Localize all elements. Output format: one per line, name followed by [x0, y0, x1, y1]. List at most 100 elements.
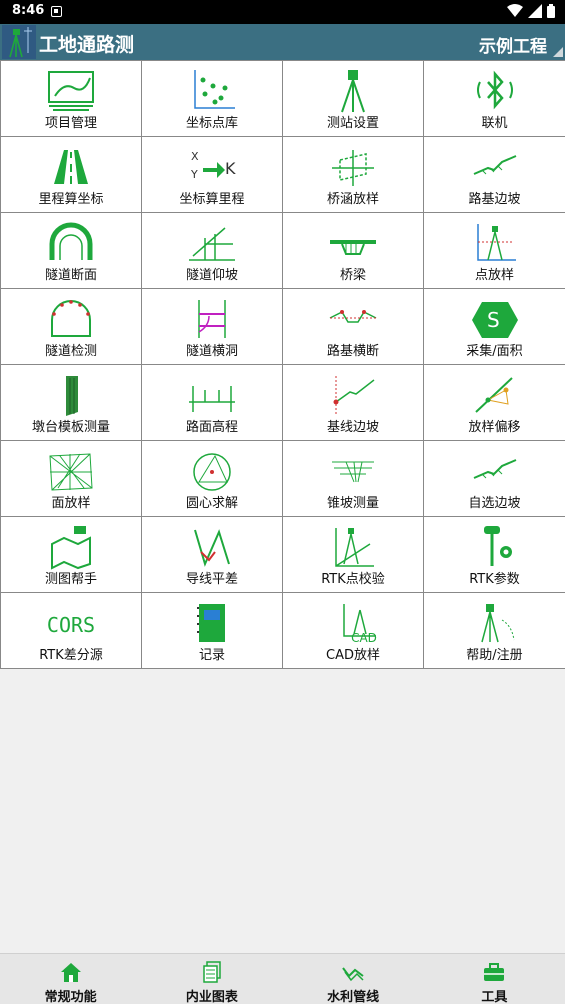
tool-label: 隧道断面: [44, 268, 97, 283]
tool-bridge[interactable]: 桥梁: [283, 213, 424, 289]
pier-icon: [66, 376, 78, 416]
tool-custom-slope[interactable]: 自选边坡: [424, 441, 565, 517]
tool-tunnel-face-slope[interactable]: 隧道仰坡: [142, 213, 283, 289]
tool-label: 路面高程: [185, 420, 238, 435]
tool-point-library[interactable]: 坐标点库: [142, 61, 283, 137]
project-name-selector[interactable]: 示例工程: [479, 32, 547, 57]
tool-surface-stakeout[interactable]: 面放样: [1, 441, 142, 517]
tool-label: RTK差分源: [39, 648, 103, 663]
circle-center-icon: [193, 453, 231, 491]
tool-stakeout-offset[interactable]: 放样偏移: [424, 365, 565, 441]
tool-traverse-adjustment[interactable]: 导线平差: [142, 517, 283, 593]
surface-icon: [49, 453, 93, 491]
tool-label: 自选边坡: [468, 496, 521, 511]
tool-station-setup[interactable]: 测站设置: [283, 61, 424, 137]
road-icon: [54, 150, 88, 184]
pavement-icon: [189, 386, 235, 412]
tool-rtk-diff-source[interactable]: CORS RTK差分源: [1, 593, 142, 669]
mapping-icon: [51, 526, 91, 570]
point-stakeout-icon: [476, 224, 516, 261]
tool-label: 测站设置: [326, 116, 379, 131]
tunnel-slope-icon: [189, 227, 235, 261]
xy-to-k-icon: X Y K: [190, 150, 236, 181]
svg-text:K: K: [225, 159, 236, 178]
app-logo: [2, 25, 36, 59]
tool-label: 帮助/注册: [466, 648, 523, 663]
tool-rtk-point-check[interactable]: RTK点校验: [283, 517, 424, 593]
traverse-icon: [194, 529, 230, 567]
tool-label: 面放样: [51, 496, 91, 511]
status-time: 8:46: [12, 3, 45, 18]
tool-pavement-elevation[interactable]: 路面高程: [142, 365, 283, 441]
tool-coord-to-chainage[interactable]: X Y K 坐标算里程: [142, 137, 283, 213]
tool-label: RTK参数: [469, 572, 520, 587]
tool-label: 里程算坐标: [38, 192, 104, 207]
tool-cad-stakeout[interactable]: CAD CAD放样: [283, 593, 424, 669]
nav-label: 水利管线: [327, 990, 380, 1004]
tool-connect[interactable]: 联机: [424, 61, 565, 137]
tool-tunnel-section[interactable]: 隧道断面: [1, 213, 142, 289]
nav-general-functions[interactable]: 常规功能: [0, 954, 141, 1004]
tunnel-check-icon: [51, 300, 91, 337]
tool-grid: 项目管理 坐标点库 测站设置 联机 里程算坐标 X Y K 坐标算里程 桥涵放样…: [0, 60, 565, 669]
cors-icon: CORS: [47, 613, 95, 637]
tool-label: 圆心求解: [185, 496, 238, 511]
cad-icon: CAD: [343, 604, 377, 645]
dropdown-corner-icon[interactable]: [553, 47, 563, 57]
culvert-icon: [332, 150, 374, 186]
tool-help-register[interactable]: 帮助/注册: [424, 593, 565, 669]
tool-tunnel-inspection[interactable]: 隧道检测: [1, 289, 142, 365]
toolbox-icon: [484, 963, 505, 981]
rtk-params-icon: [483, 526, 512, 566]
documents-icon: [203, 961, 221, 983]
tool-label: 路基横断: [326, 344, 379, 359]
tool-pier-formwork[interactable]: 墩台模板测量: [1, 365, 142, 441]
water-icon: [342, 967, 364, 982]
app-title: 工地通路测: [39, 34, 135, 56]
tool-chainage-to-coord[interactable]: 里程算坐标: [1, 137, 142, 213]
svg-text:Y: Y: [190, 168, 198, 181]
tool-subgrade-cross-section[interactable]: 路基横断: [283, 289, 424, 365]
tool-culvert-stakeout[interactable]: 桥涵放样: [283, 137, 424, 213]
cone-slope-icon: [332, 461, 374, 483]
tool-rtk-parameters[interactable]: RTK参数: [424, 517, 565, 593]
tool-records[interactable]: 记录: [142, 593, 283, 669]
station-icon: [341, 70, 365, 113]
tool-label: 锥坡测量: [326, 496, 379, 511]
tool-label: 采集/面积: [466, 344, 523, 359]
tunnel-icon: [49, 222, 93, 260]
custom-slope-icon: [473, 459, 516, 479]
tool-label: 导线平差: [185, 572, 238, 587]
tool-circle-center[interactable]: 圆心求解: [142, 441, 283, 517]
svg-text:CORS: CORS: [47, 613, 95, 637]
tool-point-stakeout[interactable]: 点放样: [424, 213, 565, 289]
tool-label: 基线边坡: [326, 420, 379, 435]
nav-label: 内业图表: [185, 990, 238, 1004]
tool-baseline-slope[interactable]: 基线边坡: [283, 365, 424, 441]
nav-label: 工具: [481, 990, 508, 1004]
tool-project-management[interactable]: 项目管理: [1, 61, 142, 137]
nav-label: 常规功能: [44, 990, 97, 1004]
tool-tunnel-adit[interactable]: 隧道横洞: [142, 289, 283, 365]
points-icon: [194, 70, 235, 109]
project-icon: [48, 71, 94, 111]
rtk-check-icon: [335, 528, 374, 567]
cross-section-icon: [329, 310, 377, 323]
tool-label: 记录: [198, 648, 225, 663]
nav-tools[interactable]: 工具: [424, 954, 565, 1004]
tool-label: 隧道横洞: [185, 344, 238, 359]
tool-label: 联机: [481, 116, 508, 131]
tool-label: 项目管理: [44, 116, 97, 131]
tool-label: 桥梁: [339, 268, 366, 283]
tool-mapping-helper[interactable]: 测图帮手: [1, 517, 142, 593]
nav-water-pipelines[interactable]: 水利管线: [283, 954, 424, 1004]
nav-office-charts[interactable]: 内业图表: [141, 954, 282, 1004]
tool-label: 隧道检测: [44, 344, 97, 359]
wifi-icon: [507, 4, 523, 17]
tool-subgrade-slope[interactable]: 路基边坡: [424, 137, 565, 213]
notebook-icon: [197, 604, 225, 642]
tool-label: 隧道仰坡: [185, 268, 238, 283]
tool-cone-slope[interactable]: 锥坡测量: [283, 441, 424, 517]
tool-collect-area[interactable]: S 采集/面积: [424, 289, 565, 365]
area-icon: S: [471, 302, 518, 338]
